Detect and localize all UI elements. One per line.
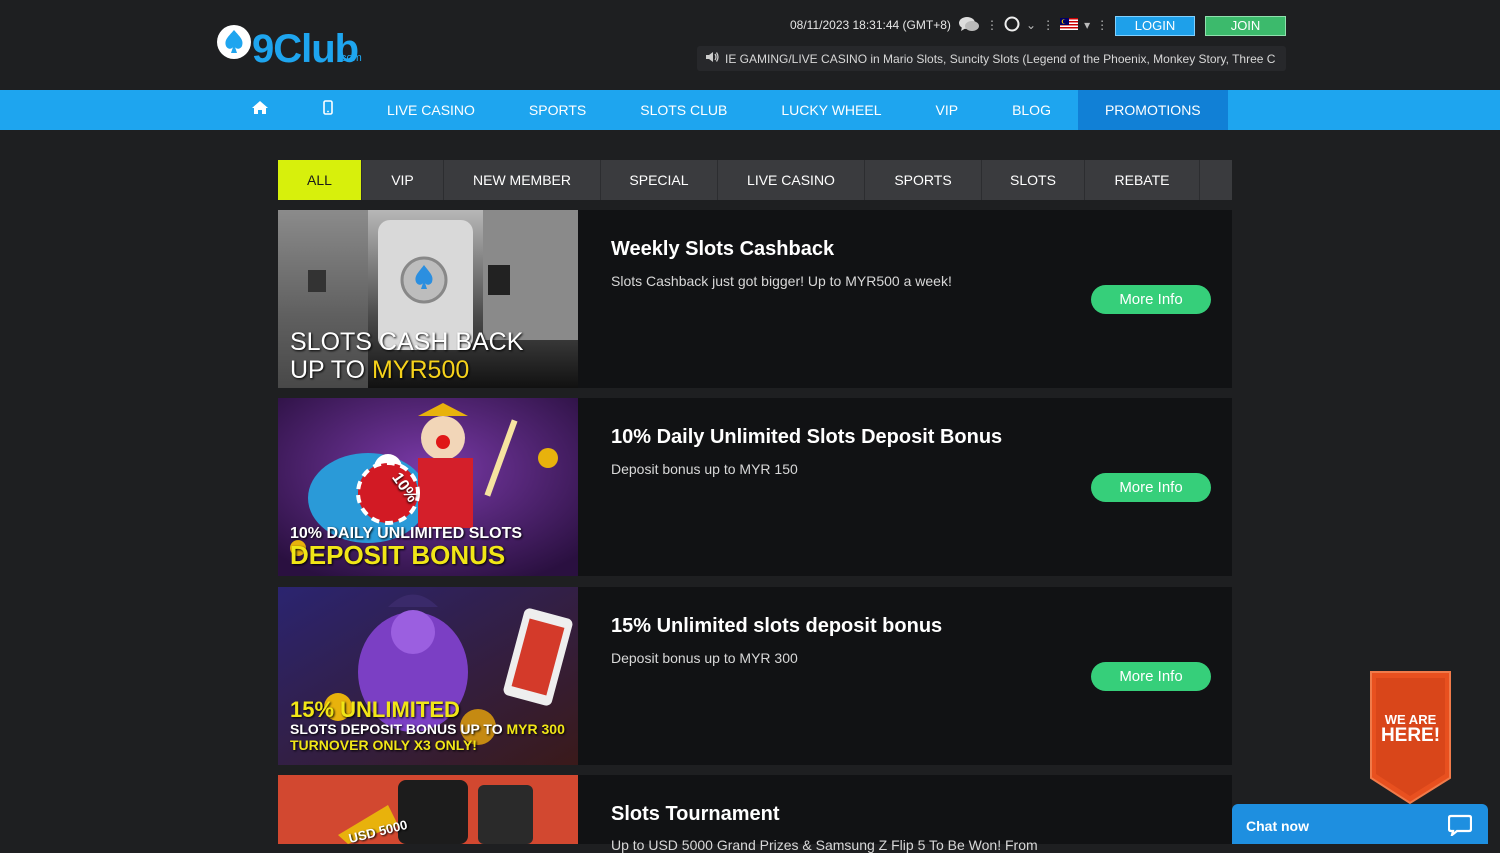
- promo-title: 15% Unlimited slots deposit bonus: [611, 615, 943, 637]
- chevron-down-icon[interactable]: ⌄: [1026, 18, 1036, 32]
- site-logo[interactable]: 9Club .com: [216, 22, 366, 71]
- mobile-phone-icon: [323, 90, 333, 130]
- promo-banner-slots-tournament[interactable]: USD 5000: [278, 775, 578, 844]
- banner-caption-line3: TURNOVER ONLY X3 ONLY!: [290, 737, 477, 753]
- promo-title: 10% Daily Unlimited Slots Deposit Bonus: [611, 426, 1003, 448]
- more-info-button[interactable]: More Info: [1091, 473, 1211, 502]
- login-button[interactable]: LOGIN: [1115, 16, 1195, 36]
- promo-card: USD 5000 Slots Tournament Up to USD 5000…: [278, 775, 1232, 853]
- tab-rebate[interactable]: REBATE: [1085, 160, 1200, 200]
- banner-caption-line2: SLOTS DEPOSIT BONUS UP TO MYR 300: [290, 722, 565, 736]
- language-globe-icon[interactable]: [1004, 16, 1020, 35]
- nav-lucky-wheel[interactable]: LUCKY WHEEL: [754, 90, 908, 130]
- banner-caption-amount: MYR500: [371, 356, 470, 384]
- promo-banner-unlimited-deposit[interactable]: 15% UNLIMITED SLOTS DEPOSIT BONUS UP TO …: [278, 587, 578, 765]
- tab-sports[interactable]: SPORTS: [865, 160, 982, 200]
- nav-promotions[interactable]: PROMOTIONS: [1077, 90, 1228, 130]
- chevron-down-icon[interactable]: ▾: [1084, 18, 1090, 32]
- tab-special[interactable]: SPECIAL: [601, 160, 718, 200]
- we-are-here-badge[interactable]: WE ARE HERE!: [1368, 670, 1453, 805]
- nav-slots-club[interactable]: SLOTS CLUB: [613, 90, 754, 130]
- banner-caption-prefix: UP TO: [290, 356, 372, 384]
- chat-bubble-icon: [1447, 814, 1473, 841]
- nav-home[interactable]: [224, 90, 296, 130]
- malaysia-flag-icon[interactable]: [1060, 17, 1079, 33]
- promo-description: Deposit bonus up to MYR 150: [611, 461, 798, 477]
- promo-card: 10% 10% DAILY UNLIMITED SLOTS DEPOSIT BO…: [278, 398, 1232, 576]
- more-info-button[interactable]: More Info: [1091, 285, 1211, 314]
- badge-line2: HERE!: [1380, 725, 1441, 746]
- nav-live-casino[interactable]: LIVE CASINO: [360, 90, 502, 130]
- banner-caption-prefix: SLOTS DEPOSIT BONUS UP TO: [290, 721, 507, 737]
- toolbar-icons: ⋮ ⌄ ⋮ ▾ ⋮: [958, 15, 1108, 35]
- banner-caption-amount: MYR 300: [506, 721, 565, 737]
- nav-vip[interactable]: VIP: [908, 90, 985, 130]
- promo-banner-daily-deposit[interactable]: 10% 10% DAILY UNLIMITED SLOTS DEPOSIT BO…: [278, 398, 578, 576]
- promo-description: Deposit bonus up to MYR 300: [611, 650, 798, 666]
- chat-bubbles-icon[interactable]: [958, 15, 980, 36]
- promo-description: Up to USD 5000 Grand Prizes & Samsung Z …: [611, 837, 1038, 853]
- promo-card: SLOTS CASH BACK UP TO MYR500 Weekly Slot…: [278, 210, 1232, 388]
- promo-title: Weekly Slots Cashback: [611, 238, 835, 260]
- tab-live-casino[interactable]: LIVE CASINO: [718, 160, 865, 200]
- home-icon: [251, 90, 269, 130]
- main-nav: LIVE CASINO SPORTS SLOTS CLUB LUCKY WHEE…: [0, 90, 1500, 130]
- chat-label: Chat now: [1246, 818, 1309, 834]
- chat-now-widget[interactable]: Chat now: [1232, 804, 1488, 844]
- marquee-text: IE GAMING/LIVE CASINO in Mario Slots, Su…: [725, 51, 1276, 66]
- nav-blog[interactable]: BLOG: [985, 90, 1078, 130]
- divider-dots-icon: ⋮: [1096, 18, 1109, 32]
- promo-category-tabs: ALL VIP NEW MEMBER SPECIAL LIVE CASINO S…: [278, 160, 1232, 200]
- join-button[interactable]: JOIN: [1205, 16, 1286, 36]
- more-info-button[interactable]: More Info: [1091, 662, 1211, 691]
- datetime-display: 08/11/2023 18:31:44 (GMT+8): [790, 18, 951, 32]
- divider-dots-icon: ⋮: [986, 18, 998, 32]
- announcement-marquee: IE GAMING/LIVE CASINO in Mario Slots, Su…: [697, 46, 1286, 71]
- promo-banner-slots-cashback[interactable]: SLOTS CASH BACK UP TO MYR500: [278, 210, 578, 388]
- top-bar: 9Club .com 08/11/2023 18:31:44 (GMT+8) ⋮…: [0, 0, 1500, 90]
- banner-caption-line2: UP TO MYR500: [290, 358, 469, 383]
- promo-card: 15% UNLIMITED SLOTS DEPOSIT BONUS UP TO …: [278, 587, 1232, 765]
- nav-mobile[interactable]: [296, 90, 360, 130]
- speaker-icon: [705, 51, 719, 66]
- logo-suffix: .com: [338, 52, 362, 64]
- divider-dots-icon: ⋮: [1042, 18, 1055, 32]
- tab-new-member[interactable]: NEW MEMBER: [444, 160, 601, 200]
- promo-title: Slots Tournament: [611, 803, 780, 825]
- banner-caption-line1: SLOTS CASH BACK: [290, 328, 524, 356]
- tab-all[interactable]: ALL: [278, 160, 362, 200]
- banner-caption-line2: DEPOSIT BONUS: [290, 540, 506, 570]
- nav-sports[interactable]: SPORTS: [502, 90, 613, 130]
- tab-vip[interactable]: VIP: [362, 160, 444, 200]
- tab-slots[interactable]: SLOTS: [982, 160, 1085, 200]
- banner-caption-line1: 15% UNLIMITED: [290, 697, 460, 722]
- promo-description: Slots Cashback just got bigger! Up to MY…: [611, 273, 952, 289]
